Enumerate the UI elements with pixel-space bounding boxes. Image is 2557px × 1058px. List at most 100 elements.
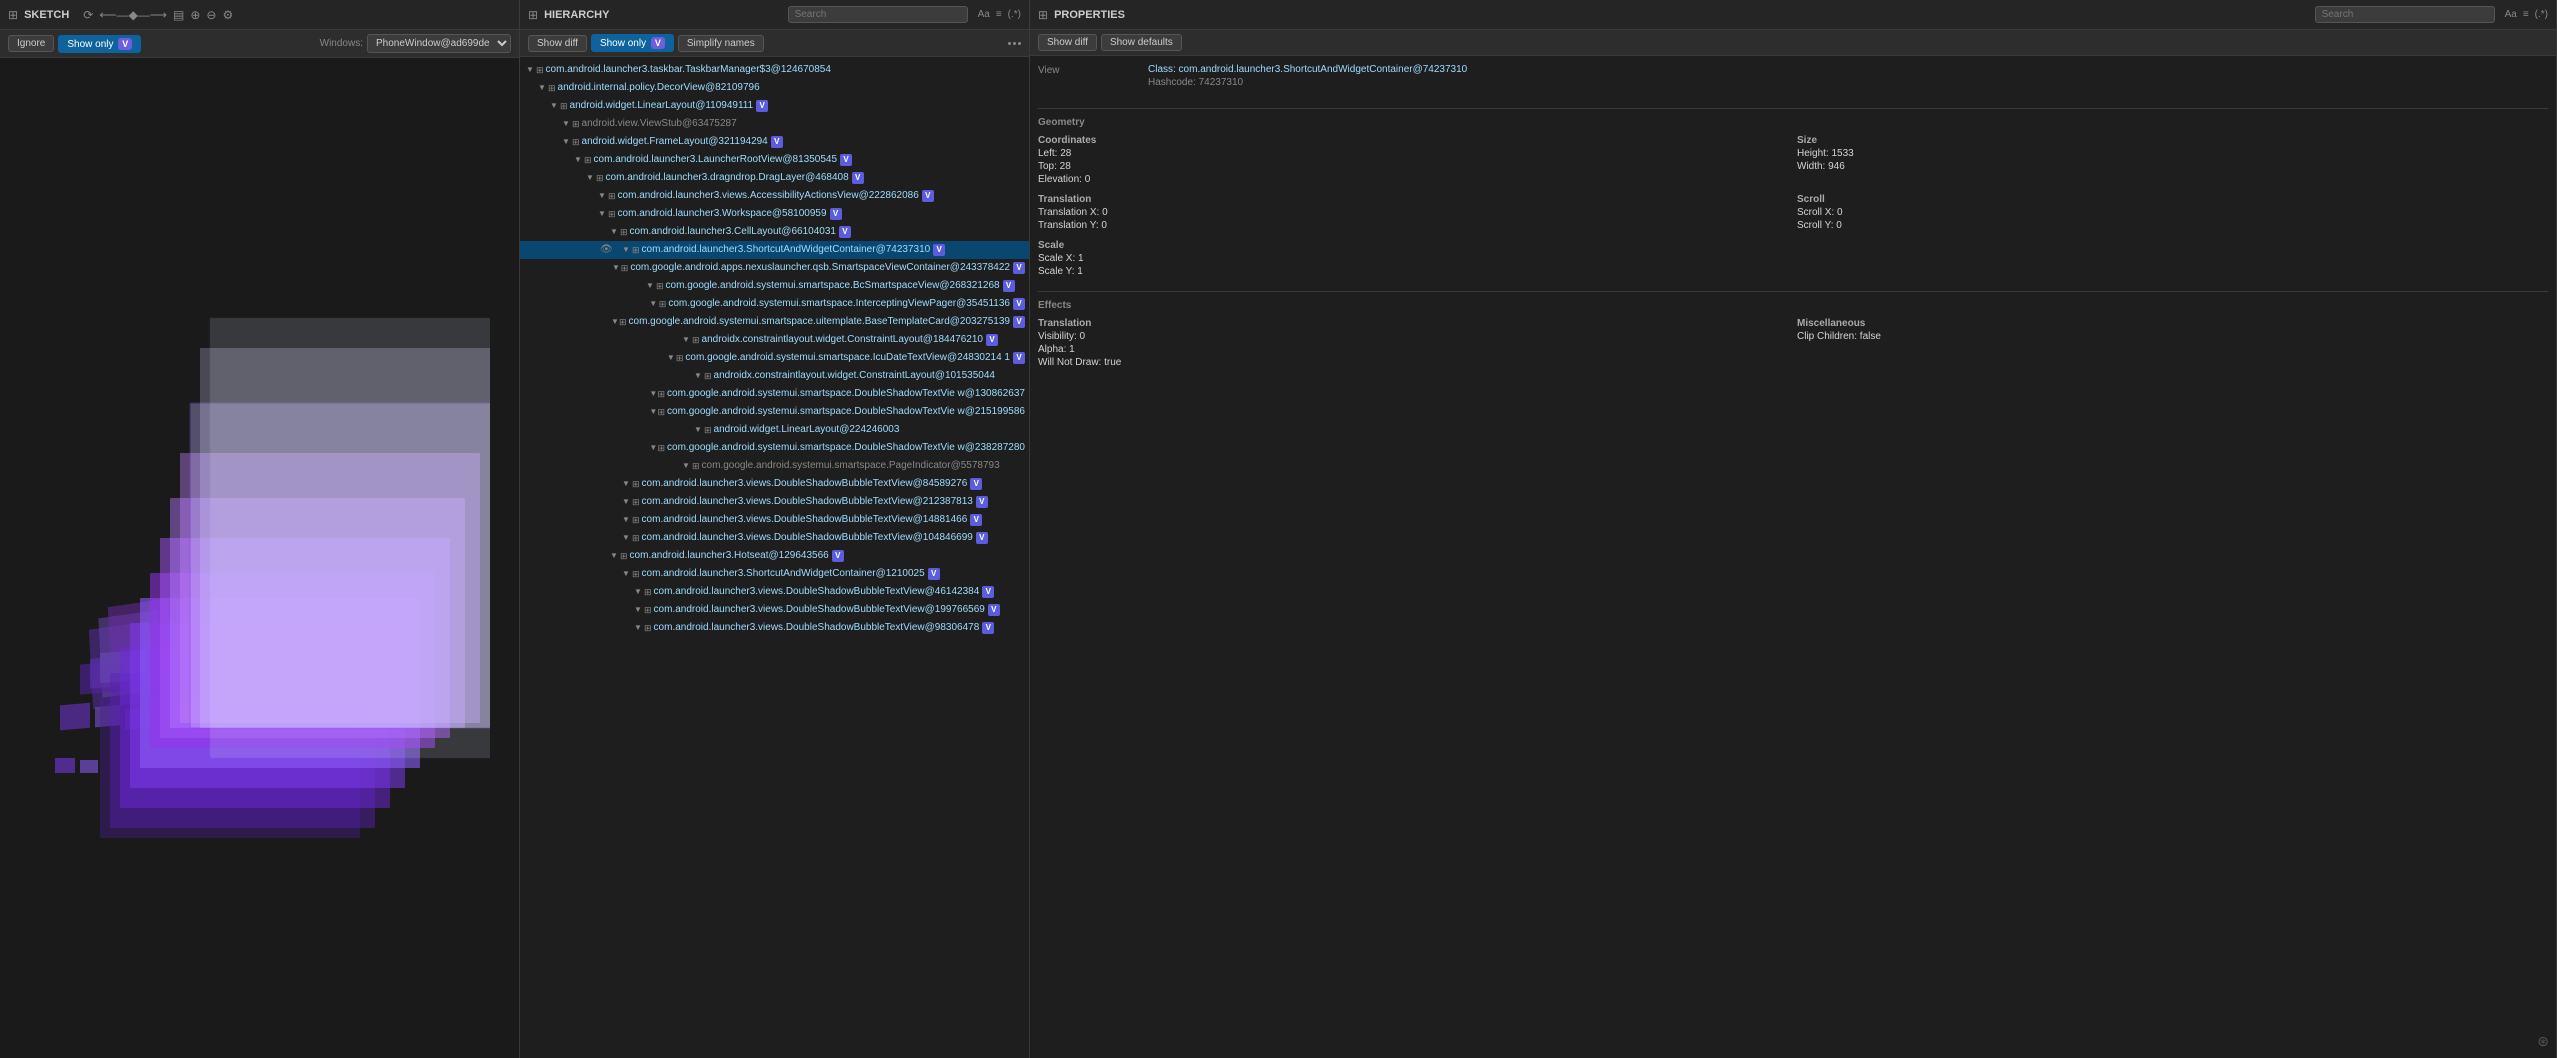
tree-item[interactable]: ▼⊞com.android.launcher3.views.DoubleShad… <box>520 493 1029 511</box>
tree-item[interactable]: ▼⊞com.android.launcher3.Hotseat@12964356… <box>520 547 1029 565</box>
windows-select[interactable]: PhoneWindow@ad699de <box>367 34 511 53</box>
layers-icon[interactable]: ▤ <box>173 8 184 22</box>
tree-toggle[interactable]: ▼ <box>620 566 632 582</box>
tree-item[interactable]: ▼⊞com.google.android.systemui.smartspace… <box>520 277 1029 295</box>
tree-toggle[interactable]: ▼ <box>632 620 644 636</box>
geometry-grid: Coordinates Left: 28 Top: 28 Elevation: … <box>1038 134 2548 187</box>
tree-toggle[interactable]: ▼ <box>666 350 676 366</box>
zoom-in-icon[interactable]: ⊕ <box>190 8 200 22</box>
properties-search-input[interactable] <box>2315 6 2495 23</box>
show-defaults-button[interactable]: Show defaults <box>1101 34 1182 51</box>
props-search-mode[interactable]: ≡ <box>2523 9 2529 20</box>
tree-toggle[interactable]: ▼ <box>611 260 621 276</box>
tree-toggle[interactable]: ▼ <box>680 332 692 348</box>
tree-toggle[interactable]: ▼ <box>620 530 632 546</box>
tree-toggle[interactable]: ▼ <box>620 476 632 492</box>
tree-toggle[interactable]: ▼ <box>560 134 572 150</box>
tree-toggle[interactable]: ▼ <box>560 116 572 132</box>
props-search-regex[interactable]: (.*) <box>2535 9 2548 20</box>
ignore-button[interactable]: Ignore <box>8 35 54 52</box>
tree-item[interactable]: ▼⊞com.android.launcher3.views.DoubleShad… <box>520 475 1029 493</box>
tree-item[interactable]: ▼⊞android.widget.LinearLayout@224246003 <box>520 421 1029 439</box>
tree-toggle[interactable]: ▼ <box>620 494 632 510</box>
show-diff-button[interactable]: Show diff <box>528 35 587 52</box>
tree-toggle[interactable]: ▼ <box>648 296 659 312</box>
tree-item[interactable]: ▼⊞com.google.android.apps.nexuslauncher.… <box>520 259 1029 277</box>
tree-toggle[interactable]: ▼ <box>649 404 657 420</box>
tree-toggle[interactable]: ▼ <box>524 62 536 78</box>
tree-toggle[interactable]: ▼ <box>536 80 548 96</box>
tree-toggle[interactable]: ▼ <box>596 206 608 222</box>
tree-item[interactable]: ▼⊞com.android.launcher3.views.DoubleShad… <box>520 583 1029 601</box>
hierarchy-title: HIERARCHY <box>544 9 609 21</box>
tree-item[interactable]: ▼⊞com.google.android.systemui.smartspace… <box>520 313 1029 331</box>
search-regex-icon[interactable]: (.*) <box>1008 9 1021 20</box>
tree-toggle[interactable]: ▼ <box>680 458 692 474</box>
tree-toggle[interactable]: ▼ <box>548 98 560 114</box>
tree-item[interactable]: ▼⊞com.android.launcher3.CellLayout@66104… <box>520 223 1029 241</box>
tree-item[interactable]: ▼⊞com.google.android.systemui.smartspace… <box>520 295 1029 313</box>
effects-grid: Translation Visibility: 0 Alpha: 1 Will … <box>1038 317 2548 370</box>
tree-item[interactable]: ▼⊞android.widget.FrameLayout@321194294V <box>520 133 1029 151</box>
more-options-menu[interactable] <box>1008 42 1021 45</box>
elevation-row: Elevation: 0 <box>1038 174 1789 185</box>
tree-toggle[interactable]: ▼ <box>644 278 656 294</box>
tree-item[interactable]: 👁▼⊞com.android.launcher3.ShortcutAndWidg… <box>520 241 1029 259</box>
visibility-badge: V <box>922 190 934 202</box>
tree-toggle[interactable]: ▼ <box>692 368 704 384</box>
tree-item[interactable]: ▼⊞com.android.launcher3.taskbar.TaskbarM… <box>520 61 1029 79</box>
show-only-button[interactable]: Show only V <box>58 35 141 53</box>
visibility-badge: V <box>988 604 1000 616</box>
tree-item[interactable]: ▼⊞android.widget.LinearLayout@110949111V <box>520 97 1029 115</box>
show-only-button-hier[interactable]: Show only V <box>591 34 674 52</box>
simplify-names-button[interactable]: Simplify names <box>678 35 764 52</box>
search-options-icon[interactable]: Aa <box>978 9 990 20</box>
tree-toggle[interactable]: ▼ <box>596 188 608 204</box>
tree-toggle[interactable]: ▼ <box>649 386 657 402</box>
tree-item[interactable]: ▼⊞com.android.launcher3.LauncherRootView… <box>520 151 1029 169</box>
node-icon: ⊞ <box>632 566 640 582</box>
tree-toggle[interactable]: ▼ <box>572 152 584 168</box>
tree-toggle[interactable]: ▼ <box>649 440 657 456</box>
tree-item[interactable]: ▼⊞com.google.android.systemui.smartspace… <box>520 385 1029 403</box>
tree-item[interactable]: ▼⊞com.android.launcher3.views.DoubleShad… <box>520 619 1029 637</box>
node-name: com.google.android.systemui.smartspace.P… <box>702 458 1000 474</box>
tree-item[interactable]: ▼⊞com.android.launcher3.views.Accessibil… <box>520 187 1029 205</box>
tree-item[interactable]: ▼⊞com.android.launcher3.views.DoubleShad… <box>520 511 1029 529</box>
tree-item[interactable]: ▼⊞com.google.android.systemui.smartspace… <box>520 439 1029 457</box>
show-diff-props-button[interactable]: Show diff <box>1038 34 1097 51</box>
search-mode-icon[interactable]: ≡ <box>996 9 1002 20</box>
view-hashcode: Hashcode: 74237310 <box>1148 77 2548 88</box>
tree-toggle[interactable]: ▼ <box>692 422 704 438</box>
node-name: com.android.launcher3.ShortcutAndWidgetC… <box>642 242 931 258</box>
tree-item[interactable]: ▼⊞com.android.launcher3.Workspace@581009… <box>520 205 1029 223</box>
tree-item[interactable]: ▼⊞com.google.android.systemui.smartspace… <box>520 403 1029 421</box>
tree-item[interactable]: ▼⊞androidx.constraintlayout.widget.Const… <box>520 331 1029 349</box>
tree-item[interactable]: ▼⊞androidx.constraintlayout.widget.Const… <box>520 367 1029 385</box>
tree-item[interactable]: ▼⊞com.android.launcher3.views.DoubleShad… <box>520 529 1029 547</box>
tree-toggle[interactable]: ▼ <box>608 548 620 564</box>
tree-toggle[interactable]: ▼ <box>584 170 596 186</box>
tree-item[interactable]: ▼⊞com.android.launcher3.views.DoubleShad… <box>520 601 1029 619</box>
tree-item[interactable]: ▼⊞android.view.ViewStub@63475287 <box>520 115 1029 133</box>
props-search-options[interactable]: Aa <box>2505 9 2517 20</box>
tree-toggle[interactable]: ▼ <box>620 242 632 258</box>
tree-toggle[interactable]: ▼ <box>632 584 644 600</box>
sketch-title: SKETCH <box>24 9 69 21</box>
zoom-out-icon[interactable]: ⊖ <box>206 8 216 22</box>
tree-item[interactable]: ▼⊞com.google.android.systemui.smartspace… <box>520 349 1029 367</box>
rotate-icon[interactable]: ⟳ <box>83 8 93 22</box>
settings-icon[interactable]: ⚙ <box>222 8 233 22</box>
tree-toggle[interactable]: ▼ <box>620 512 632 528</box>
tree-item[interactable]: ▼⊞com.android.launcher3.ShortcutAndWidge… <box>520 565 1029 583</box>
tree-toggle[interactable]: ▼ <box>608 224 620 240</box>
node-icon: ⊞ <box>644 620 652 636</box>
help-icon[interactable]: ⊛ <box>2537 1033 2549 1050</box>
tree-item[interactable]: ▼⊞android.internal.policy.DecorView@8210… <box>520 79 1029 97</box>
tree-toggle[interactable]: ▼ <box>632 602 644 618</box>
tree-item[interactable]: ▼⊞com.google.android.systemui.smartspace… <box>520 457 1029 475</box>
hierarchy-search-input[interactable] <box>788 6 968 23</box>
timeline-icon[interactable]: ⟵—◆—⟶ <box>99 8 167 22</box>
tree-item[interactable]: ▼⊞com.android.launcher3.dragndrop.DragLa… <box>520 169 1029 187</box>
tree-toggle[interactable]: ▼ <box>611 314 619 330</box>
